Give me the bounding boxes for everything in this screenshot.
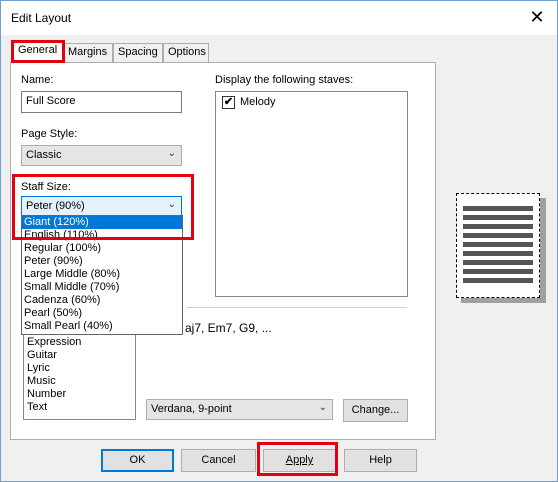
ok-button[interactable]: OK: [101, 449, 174, 472]
chevron-down-icon: ⌄: [167, 199, 176, 210]
apply-button[interactable]: Apply: [263, 449, 336, 472]
melody-checkbox[interactable]: ✔: [222, 96, 235, 109]
close-icon[interactable]: ✕: [523, 5, 551, 29]
page-style-value: Classic: [26, 149, 62, 161]
tab-options-label: Options: [168, 46, 206, 58]
tab-margins-label: Margins: [68, 46, 108, 58]
list-item[interactable]: Expression: [24, 336, 135, 349]
font-value: Verdana, 9-point: [151, 403, 232, 415]
font-select[interactable]: Verdana, 9-point ⌄: [146, 399, 333, 420]
preview-shadow: [540, 198, 546, 302]
dropdown-option[interactable]: Peter (90%): [22, 255, 182, 268]
edit-layout-dialog: Edit Layout ✕ General Margins Spacing Op…: [0, 0, 558, 482]
cancel-button[interactable]: Cancel: [181, 449, 256, 472]
tab-spacing[interactable]: Spacing: [113, 43, 163, 63]
staff-line: [463, 242, 533, 247]
staves-list[interactable]: ✔ Melody: [215, 91, 408, 297]
melody-staff-label: Melody: [240, 96, 276, 108]
staff-line: [463, 278, 533, 283]
dropdown-option[interactable]: Large Middle (80%): [22, 268, 182, 281]
list-item[interactable]: Guitar: [24, 349, 135, 362]
page-style-select[interactable]: Classic ⌄: [21, 145, 182, 166]
dialog-title: Edit Layout: [11, 11, 72, 25]
change-font-button[interactable]: Change...: [343, 399, 408, 422]
dropdown-option[interactable]: Small Middle (70%): [22, 281, 182, 294]
preview-shadow: [461, 298, 546, 303]
tab-general-label: General: [18, 44, 58, 56]
staff-line: [463, 215, 533, 220]
title-bar: Edit Layout ✕: [1, 1, 557, 35]
dropdown-option[interactable]: English (110%): [22, 229, 182, 242]
page-preview: [456, 193, 540, 298]
list-item[interactable]: Text: [24, 401, 135, 414]
list-item[interactable]: Number: [24, 388, 135, 401]
dropdown-option[interactable]: Small Pearl (40%): [22, 320, 182, 333]
chevron-down-icon: ⌄: [318, 402, 327, 413]
dropdown-option[interactable]: Pearl (50%): [22, 307, 182, 320]
tab-spacing-label: Spacing: [118, 46, 158, 58]
dropdown-option[interactable]: Regular (100%): [22, 242, 182, 255]
staff-line: [463, 269, 533, 274]
dropdown-option[interactable]: Cadenza (60%): [22, 294, 182, 307]
tab-margins[interactable]: Margins: [63, 43, 113, 63]
apply-button-label: Apply: [285, 454, 314, 466]
name-field[interactable]: Full Score: [21, 91, 182, 113]
staves-label: Display the following staves:: [215, 74, 354, 86]
staff-size-label: Staff Size:: [21, 181, 71, 193]
chevron-down-icon: ⌄: [167, 148, 176, 159]
tab-options[interactable]: Options: [163, 43, 209, 63]
staff-size-dropdown-list: Giant (120%) English (110%) Regular (100…: [21, 215, 183, 335]
staff-size-select[interactable]: Peter (90%) ⌄: [21, 196, 182, 217]
text-style-list[interactable]: Expression Guitar Lyric Music Number Tex…: [23, 323, 136, 420]
name-label: Name:: [21, 74, 54, 86]
list-item[interactable]: Lyric: [24, 362, 135, 375]
dropdown-option[interactable]: Giant (120%): [22, 216, 182, 229]
tab-general[interactable]: General: [13, 41, 63, 63]
staff-line: [463, 233, 533, 238]
chord-preview-text: aj7, Em7, G9, ...: [185, 321, 272, 335]
staff-size-value: Peter (90%): [26, 200, 85, 212]
staff-line: [463, 251, 533, 256]
help-button[interactable]: Help: [344, 449, 417, 472]
page-style-label: Page Style:: [21, 128, 78, 140]
separator: [187, 307, 407, 308]
list-item[interactable]: Music: [24, 375, 135, 388]
staff-line: [463, 224, 533, 229]
staff-line: [463, 206, 533, 211]
staff-line: [463, 260, 533, 265]
